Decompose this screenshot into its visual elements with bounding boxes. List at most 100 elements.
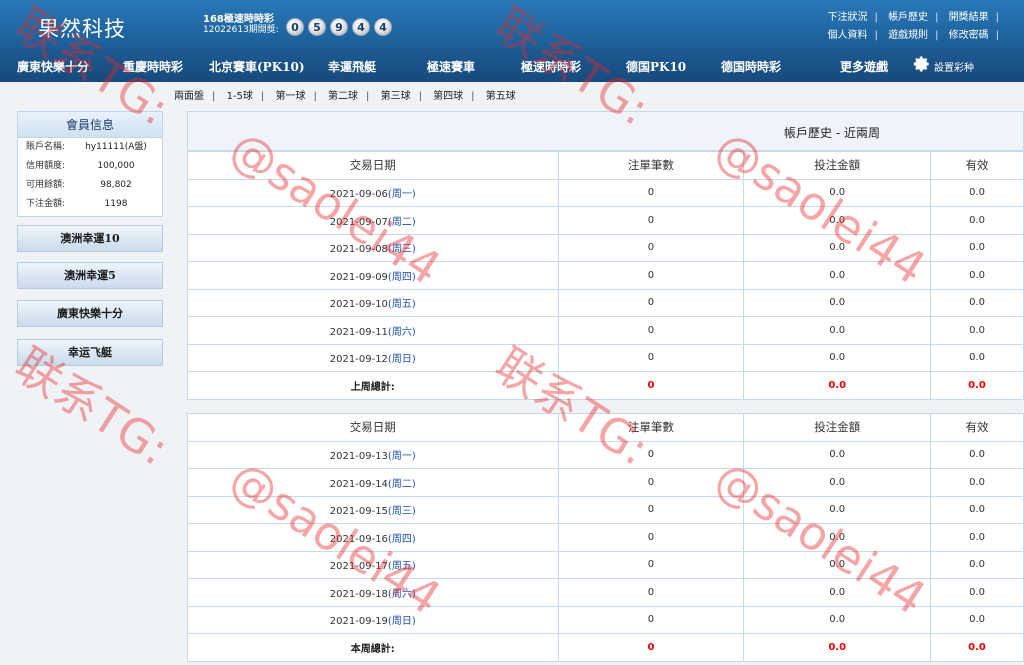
row-date-cell: 2021-09-06(周一) <box>187 178 559 207</box>
row-date-cell: 2021-09-08(周三) <box>187 233 559 262</box>
row-date-cell: 2021-09-19(周日) <box>187 605 559 634</box>
nav-item-cq-ssc[interactable]: 重慶時時彩 <box>123 58 183 75</box>
row-effective: 0.0 <box>930 578 1024 607</box>
nav-item-speed-racing[interactable]: 極速賽車 <box>427 58 475 75</box>
nav-item-speed-ssc[interactable]: 極速時時彩 <box>521 58 581 75</box>
side-game-aus-lucky10[interactable]: 澳洲幸運10 <box>17 225 163 252</box>
result-ball: 0 <box>286 18 304 36</box>
row-amount: 0.0 <box>743 178 932 207</box>
nav-item-gd-happy-ten[interactable]: 廣東快樂十分 <box>17 58 89 75</box>
link-change-password[interactable]: 修改密碼 <box>949 30 989 41</box>
member-row: 信用額度: 100,000 <box>18 157 162 176</box>
row-weekday-link[interactable]: (周五) <box>388 561 416 572</box>
row-weekday-link[interactable]: (周日) <box>388 616 416 627</box>
row-count: 0 <box>557 440 745 469</box>
row-weekday-link[interactable]: (周三) <box>388 506 416 517</box>
history-panel-header: 帳戶歷史 - 近兩周 <box>187 111 1024 151</box>
member-row: 下注金額: 1198 <box>18 195 162 214</box>
col-header-date: 交易日期 <box>187 151 559 180</box>
link-draw-results[interactable]: 開獎結果 <box>949 12 989 23</box>
member-key: 下注金額: <box>26 199 66 209</box>
row-weekday-link[interactable]: (周四) <box>388 272 416 283</box>
nav-item-more-games[interactable]: 更多遊戲 <box>840 58 888 75</box>
row-weekday-link[interactable]: (周六) <box>388 589 416 600</box>
subnav-ball-4[interactable]: 第四球 <box>433 91 463 102</box>
row-amount: 0.0 <box>743 495 932 524</box>
gear-icon[interactable] <box>913 55 931 73</box>
row-amount: 0.0 <box>743 316 932 345</box>
link-bet-status[interactable]: 下注狀況 <box>828 12 868 23</box>
row-weekday-link[interactable]: (周二) <box>388 479 416 490</box>
nav-item-de-pk10[interactable]: 德国PK10 <box>626 58 686 75</box>
table-row: 2021-09-06(周一) 0 0.0 0.0 <box>187 178 1024 207</box>
table-row: 2021-09-10(周五) 0 0.0 0.0 <box>187 288 1024 317</box>
member-key: 可用餘額: <box>26 180 66 190</box>
link-game-rules[interactable]: 遊戲規則 <box>888 30 928 41</box>
result-ball: 4 <box>352 18 370 36</box>
row-date: 2021-09-14 <box>329 478 388 490</box>
nav-settings-label[interactable]: 設置彩种 <box>934 59 974 74</box>
row-amount: 0.0 <box>743 233 932 262</box>
row-count: 0 <box>557 495 745 524</box>
row-weekday-link[interactable]: (周一) <box>388 189 416 200</box>
total-count: 0 <box>557 633 745 662</box>
side-game-aus-lucky5[interactable]: 澳洲幸運5 <box>17 262 163 289</box>
subnav-balls-1-5[interactable]: 1-5球 <box>227 91 253 102</box>
row-weekday-link[interactable]: (周一) <box>388 451 416 462</box>
col-header-count: 注單筆數 <box>557 413 745 442</box>
row-date-cell: 2021-09-16(周四) <box>187 523 559 552</box>
total-effective: 0.0 <box>930 633 1024 662</box>
row-weekday-link[interactable]: (周日) <box>388 354 416 365</box>
row-count: 0 <box>557 288 745 317</box>
table-row: 2021-09-14(周二) 0 0.0 0.0 <box>187 468 1024 497</box>
total-effective: 0.0 <box>930 371 1024 400</box>
row-count: 0 <box>557 178 745 207</box>
row-weekday-link[interactable]: (周三) <box>388 244 416 255</box>
member-row: 賬戶名稱: hy11111(A盤) <box>18 138 162 157</box>
row-count: 0 <box>557 233 745 262</box>
row-weekday-link[interactable]: (周五) <box>388 299 416 310</box>
row-count: 0 <box>557 605 745 634</box>
total-label: 上周總計: <box>187 371 559 400</box>
play-type-subnav: 兩面盤 | 1-5球 | 第一球 | 第二球 | 第三球 | 第四球 | 第五球 <box>174 91 516 102</box>
nav-item-de-ssc[interactable]: 德国時時彩 <box>721 58 781 75</box>
col-header-effective: 有效 <box>930 151 1024 180</box>
subnav-ball-5[interactable]: 第五球 <box>486 91 516 102</box>
member-row: 可用餘額: 98,802 <box>18 176 162 195</box>
subnav-ball-3[interactable]: 第三球 <box>381 91 411 102</box>
row-date-cell: 2021-09-10(周五) <box>187 288 559 317</box>
row-date-cell: 2021-09-14(周二) <box>187 468 559 497</box>
history-table-last-week: 交易日期 注單筆數 投注金額 有效 2021-09-06(周一) 0 0.0 0.0 2… <box>187 151 1024 400</box>
subnav-ball-1[interactable]: 第一球 <box>275 91 305 102</box>
row-effective: 0.0 <box>930 550 1024 579</box>
row-effective: 0.0 <box>930 261 1024 290</box>
side-game-gd-happy-ten[interactable]: 廣東快樂十分 <box>17 300 163 327</box>
row-amount: 0.0 <box>743 343 932 372</box>
row-amount: 0.0 <box>743 288 932 317</box>
history-table-this-week: 交易日期 注單筆數 投注金額 有效 2021-09-13(周一) 0 0.0 0.0 2… <box>187 413 1024 662</box>
row-weekday-link[interactable]: (周六) <box>388 327 416 338</box>
row-amount: 0.0 <box>743 605 932 634</box>
latest-draw: 168極速時時彩 12022613期開獎: <box>203 14 279 36</box>
row-date: 2021-09-07 <box>329 216 388 228</box>
link-account-history[interactable]: 帳戶歷史 <box>888 12 928 23</box>
link-profile[interactable]: 個人資料 <box>828 30 868 41</box>
row-date-cell: 2021-09-12(周日) <box>187 343 559 372</box>
table-row: 2021-09-18(周六) 0 0.0 0.0 <box>187 578 1024 607</box>
subnav-ball-2[interactable]: 第二球 <box>328 91 358 102</box>
row-weekday-link[interactable]: (周二) <box>388 217 416 228</box>
table-row: 2021-09-07(周二) 0 0.0 0.0 <box>187 206 1024 235</box>
table-total-row: 本周總計: 0 0.0 0.0 <box>187 633 1024 662</box>
row-weekday-link[interactable]: (周四) <box>388 534 416 545</box>
subnav-two-sides[interactable]: 兩面盤 <box>174 91 204 102</box>
row-amount: 0.0 <box>743 440 932 469</box>
row-effective: 0.0 <box>930 523 1024 552</box>
result-ball: 4 <box>374 18 392 36</box>
side-game-lucky-airship[interactable]: 幸运飞艇 <box>17 339 163 366</box>
nav-item-bj-pk10[interactable]: 北京賽車(PK10) <box>209 58 305 75</box>
row-amount: 0.0 <box>743 206 932 235</box>
table-row: 2021-09-08(周三) 0 0.0 0.0 <box>187 233 1024 262</box>
row-effective: 0.0 <box>930 343 1024 372</box>
nav-item-lucky-airship[interactable]: 幸運飛艇 <box>328 58 376 75</box>
member-value: 1198 <box>104 199 128 209</box>
